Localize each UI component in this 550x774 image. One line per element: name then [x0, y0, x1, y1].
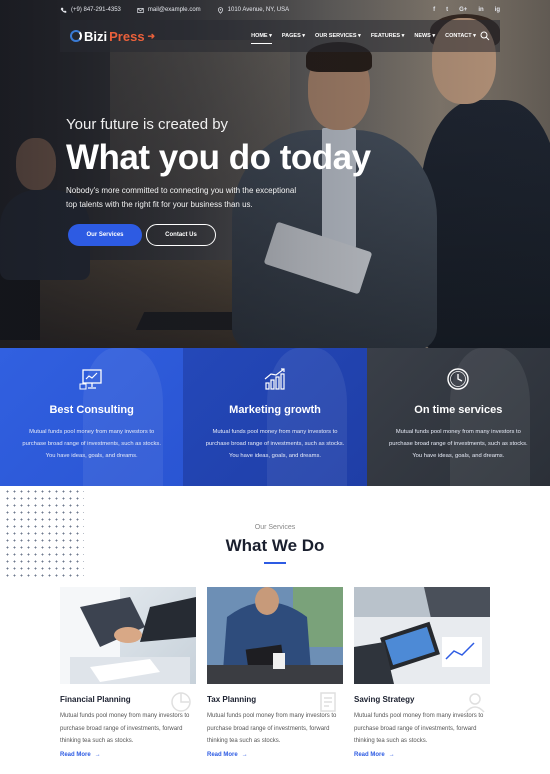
feature-title: On time services [414, 404, 503, 416]
search-icon[interactable] [480, 31, 490, 41]
logo-mark-icon [70, 30, 82, 42]
logo-text-main: Bizi [84, 28, 108, 44]
nav-item-contact[interactable]: CONTACT ▾ [445, 33, 476, 39]
social-links: f t G+ in ig [433, 7, 500, 13]
our-services-button[interactable]: Our Services [68, 224, 142, 246]
service-image-handshake[interactable] [60, 587, 196, 684]
arrow-right-icon: → [94, 751, 101, 758]
phone-text[interactable]: (+9) 847-291-4353 [71, 7, 121, 13]
services-subtitle: Our Services [254, 524, 296, 531]
nav-item-features-label: FEATURES [370, 33, 401, 39]
feature-card-consulting: Best Consulting Mutual funds pool money … [0, 348, 184, 486]
mail-icon [137, 7, 144, 13]
service-card-saving-strategy: Saving Strategy Mutual funds pool money … [354, 587, 490, 758]
instagram-icon[interactable]: ig [495, 7, 500, 13]
service-card-text: Mutual funds pool money from many invest… [207, 713, 337, 744]
charts-tablet-illustration [354, 587, 490, 684]
read-more-label: Read More [354, 751, 385, 758]
watermark-user-icon [465, 693, 485, 713]
facebook-icon[interactable]: f [433, 7, 435, 13]
read-more-link[interactable]: Read More → [354, 752, 490, 758]
nav-menu: HOME ▾ PAGES ▾ OUR SERVICES ▾ FEATURES ▾… [251, 33, 476, 44]
top-info-bar: (+9) 847-291-4353 mail@example.com 1010 … [60, 4, 500, 16]
nav-item-home-label: HOME [251, 33, 268, 39]
watermark-document-icon [320, 692, 336, 712]
service-image-charts-tablet[interactable] [354, 587, 490, 684]
title-underline [264, 562, 286, 564]
read-more-link[interactable]: Read More → [207, 752, 343, 758]
handshake-illustration [60, 587, 196, 684]
service-image-tablet-user[interactable] [207, 587, 343, 684]
read-more-label: Read More [207, 751, 238, 758]
feature-card-marketing: Marketing growth Mutual funds pool money… [183, 348, 367, 486]
clock-icon [447, 368, 470, 390]
linkedin-icon[interactable]: in [478, 7, 483, 13]
nav-item-our-services[interactable]: OUR SERVICES ▾ [315, 33, 361, 39]
arrow-right-icon: → [241, 751, 248, 758]
address-info: 1010 Avenue, NY, USA [217, 6, 290, 14]
email-text[interactable]: mail@example.com [148, 7, 201, 13]
nav-item-news-label: NEWS [414, 33, 431, 39]
nav-item-our-services-label: OUR SERVICES [315, 33, 357, 39]
nav-item-pages[interactable]: PAGES ▾ [282, 33, 305, 39]
site-logo[interactable]: Bizi Press ➜ [70, 29, 155, 44]
presentation-chart-icon [79, 369, 102, 390]
feature-title: Best Consulting [49, 404, 134, 416]
read-more-link[interactable]: Read More → [60, 752, 196, 758]
watermark-pie-icon [171, 692, 191, 712]
features-strip: Best Consulting Mutual funds pool money … [0, 348, 550, 486]
phone-info: (+9) 847-291-4353 [60, 7, 121, 14]
read-more-label: Read More [60, 751, 91, 758]
main-navbar: Bizi Press ➜ HOME ▾ PAGES ▾ OUR SERVICES ▾… [60, 20, 500, 52]
nav-item-contact-label: CONTACT [445, 33, 472, 39]
phone-icon [60, 7, 67, 13]
decorative-dot-pattern [4, 488, 84, 578]
services-title: What We Do [225, 536, 325, 555]
nav-item-features[interactable]: FEATURES ▾ [371, 33, 405, 39]
hero-pretitle: Your future is created by [66, 116, 229, 133]
location-pin-icon [217, 6, 223, 14]
service-card-tax-planning: Tax Planning Mutual funds pool money fro… [207, 587, 343, 758]
hero-title: What you do today [66, 138, 371, 177]
hero-subtitle: Nobody's more committed to connecting yo… [66, 186, 297, 209]
feature-card-on-time: On time services Mutual funds pool money… [366, 348, 550, 486]
logo-arrow-icon: ➜ [147, 30, 156, 41]
feature-title: Marketing growth [229, 404, 321, 416]
address-text: 1010 Avenue, NY, USA [227, 7, 290, 13]
nav-item-news[interactable]: NEWS ▾ [414, 33, 435, 39]
contact-us-button[interactable]: Contact Us [146, 224, 216, 246]
feature-text: Mutual funds pool money from many invest… [389, 429, 528, 459]
service-card-text: Mutual funds pool money from many invest… [60, 713, 190, 744]
email-info: mail@example.com [137, 7, 201, 14]
logo-text-accent: Press [109, 28, 145, 44]
service-card-text: Mutual funds pool money from many invest… [354, 713, 484, 744]
nav-item-pages-label: PAGES [281, 33, 301, 39]
nav-item-home[interactable]: HOME ▾ [251, 33, 272, 44]
tablet-user-illustration [207, 587, 343, 684]
hero-section: (+9) 847-291-4353 mail@example.com 1010 … [0, 0, 550, 348]
feature-text: Mutual funds pool money from many invest… [22, 429, 161, 459]
feature-text: Mutual funds pool money from many invest… [205, 429, 345, 459]
growth-chart-icon [264, 368, 285, 390]
service-card-financial-planning: Financial Planning Mutual funds pool mon… [60, 587, 196, 758]
twitter-icon[interactable]: t [446, 7, 448, 13]
google-plus-icon[interactable]: G+ [459, 7, 467, 13]
arrow-right-icon: → [388, 751, 395, 758]
